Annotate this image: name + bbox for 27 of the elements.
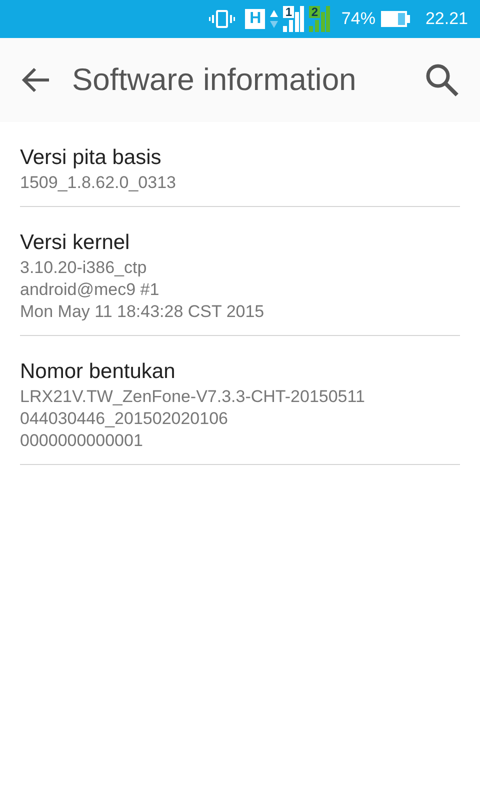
clock: 22.21 [425, 8, 468, 30]
battery-icon [381, 10, 412, 28]
signal-icon [283, 6, 306, 32]
item-value: 044030446_201502020106 [20, 408, 228, 430]
info-item[interactable]: Nomor bentukan LRX21V.TW_ZenFone-V7.3.3-CHT-20150511 044030446_201502020106 0000000000001 [20, 336, 460, 465]
item-title: Nomor bentukan [20, 359, 176, 385]
info-item[interactable]: Versi pita basis 1509_1.8.62.0_0313 [20, 122, 460, 207]
screen-title: Software information [72, 60, 358, 99]
search-icon [425, 63, 459, 97]
item-value: Mon May 11 18:43:28 CST 2015 [20, 301, 264, 323]
info-item[interactable]: Versi kernel 3.10.20-i386_ctp android@mec9 #1 Mon May 11 18:43:28 CST 2015 [20, 207, 460, 336]
vibrate-icon [209, 9, 236, 29]
item-value: 0000000000001 [20, 430, 143, 452]
item-value: 1509_1.8.62.0_0313 [20, 172, 176, 194]
item-title: Versi pita basis [20, 145, 162, 171]
signal-icon [309, 6, 332, 32]
network-type-badge: H [245, 9, 266, 29]
sim-number-badge: 2 [309, 6, 320, 18]
item-value: 3.10.20-i386_ctp [20, 257, 147, 279]
data-arrows-icon [269, 9, 280, 29]
back-arrow-icon [21, 67, 51, 93]
item-value: android@mec9 #1 [20, 279, 160, 301]
search-button[interactable] [424, 62, 460, 98]
sim-number-badge: 1 [283, 6, 294, 18]
item-value: LRX21V.TW_ZenFone-V7.3.3-CHT-20150511 [20, 386, 365, 408]
battery-percentage: 74% [341, 8, 376, 30]
item-title: Versi kernel [20, 230, 130, 256]
